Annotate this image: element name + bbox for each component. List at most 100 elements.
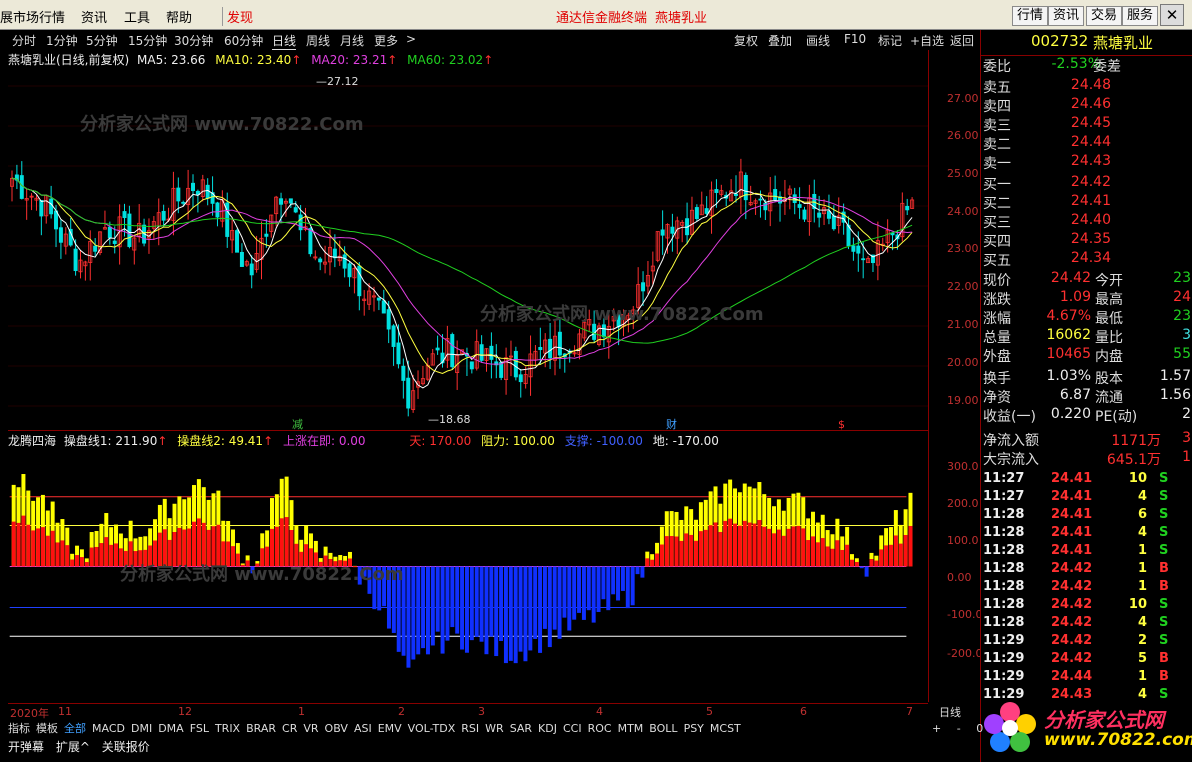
indicator-tab[interactable]: DMI [131,722,152,735]
indicator-bar-mid [708,525,713,567]
indicator-chart[interactable] [8,430,928,702]
candle-body [694,207,699,219]
indicator-bar-down [435,566,440,632]
btn-expand[interactable]: 扩展^ [56,740,90,754]
flower-logo-icon [984,702,1036,752]
price-tick: 22.00 [947,280,979,293]
candle-body [601,324,606,338]
indicator-tab[interactable]: CCI [563,722,582,735]
indicator-bar-down [518,566,523,652]
indicator-sky: 天: 170.00 [409,434,472,448]
indicator-tab[interactable]: ROC [588,722,612,735]
bid-row[interactable]: 买二 24.41 [981,193,1192,212]
period-5min[interactable]: 5分钟 [86,32,118,49]
zoom-in-button[interactable]: + [932,722,941,735]
indicator-bar-mid [16,522,21,567]
indicator-tab[interactable]: 全部 [64,722,86,735]
indicator-bar-mid [811,536,815,567]
btn-service[interactable]: 服务 [1122,6,1159,26]
btn-related[interactable]: 关联报价 [102,740,150,754]
indicator-bar-mid [21,515,26,567]
indicator-name: 龙腾四海 [8,434,57,448]
ma60-line [11,177,913,344]
btn-danmu[interactable]: 开弹幕 [8,740,44,754]
btn-trade[interactable]: 交易 [1086,6,1123,26]
menu-help[interactable]: 帮助 [166,7,192,26]
indicator-bar-down [494,566,499,657]
menu-discover[interactable]: 发现 [222,7,253,26]
btn-draw[interactable]: 画线 [806,32,830,49]
period-1min[interactable]: 1分钟 [46,32,78,49]
candle-body [641,282,646,292]
period-weekly[interactable]: 周线 [306,32,330,49]
btn-overlay[interactable]: 叠加 [768,32,792,49]
indicator-bar-mid [650,559,655,567]
period-daily[interactable]: 日线 [272,32,297,50]
candle-body [386,309,391,330]
indicator-bar-down [479,566,484,642]
indicator-bar-mid [781,535,786,567]
close-icon[interactable]: ✕ [1160,4,1184,26]
menu-info[interactable]: 资讯 [81,7,107,26]
indicator-tab[interactable]: BRAR [246,722,276,735]
menu-tools[interactable]: 工具 [124,7,150,26]
indicator-up: 上涨在即: 0.00 [282,434,366,448]
indicator-tab[interactable]: RSI [461,722,479,735]
btn-f10[interactable]: F10 [844,32,866,46]
indicator-bar-mid [757,520,762,567]
indicator-tab[interactable]: PSY [684,722,704,735]
indicator-tab[interactable]: CR [282,722,297,735]
indicator-tab[interactable]: EMV [378,722,402,735]
btn-quotes[interactable]: 行情 [1012,6,1049,26]
indicator-tab[interactable]: MACD [92,722,125,735]
indicator-bar-mid [879,549,884,567]
indicator-bar-down [411,566,416,660]
stat-value: 3 [1182,327,1191,343]
indicator-tab[interactable]: DMA [158,722,184,735]
indicator-tab[interactable]: OBV [325,722,348,735]
menu-market[interactable]: 展市场行情 [0,7,65,26]
btn-mark[interactable]: 标记 [878,32,902,49]
ask-row[interactable]: 卖二 24.44 [981,134,1192,153]
ask-row[interactable]: 卖五 24.48 [981,77,1192,96]
bid-row[interactable]: 买四 24.35 [981,231,1192,250]
indicator-tab[interactable]: ASI [354,722,372,735]
chevron-right-icon[interactable]: > [406,32,416,46]
ask-row[interactable]: 卖四 24.46 [981,96,1192,115]
indicator-tab[interactable]: SAR [510,722,532,735]
indicator-tab[interactable]: BOLL [649,722,677,735]
zoom-out-button[interactable]: - [957,722,961,735]
indicator-tab[interactable]: 指标 [8,722,30,735]
period-monthly[interactable]: 月线 [340,32,364,49]
indicator-tab[interactable]: KDJ [538,722,557,735]
ask-row[interactable]: 卖三 24.45 [981,115,1192,134]
bid-row[interactable]: 买三 24.40 [981,212,1192,231]
tick-time: 11:27 [983,471,1025,486]
indicator-tab[interactable]: MCST [710,722,741,735]
btn-add-watch[interactable]: +自选 [910,32,944,49]
btn-news[interactable]: 资讯 [1048,6,1085,26]
stat-row: 涨跌 1.09 最高 24 [981,289,1192,308]
period-fenshi[interactable]: 分时 [12,32,36,49]
bid-row[interactable]: 买一 24.42 [981,174,1192,193]
btn-back[interactable]: 返回 [950,32,974,49]
indicator-tab[interactable]: FSL [190,722,209,735]
btn-fuquan[interactable]: 复权 [734,32,758,49]
indicator-tab[interactable]: VR [303,722,318,735]
tick-price: 24.42 [1051,579,1093,594]
indicator-tab[interactable]: 模板 [36,722,58,735]
indicator-tab[interactable]: TRIX [215,722,240,735]
indicator-tab[interactable]: WR [485,722,504,735]
indicator-tab[interactable]: VOL-TDX [408,722,456,735]
bid-row[interactable]: 买五 24.34 [981,250,1192,269]
indicator-bar-mid [835,540,840,567]
period-more[interactable]: 更多 [374,32,398,49]
period-30min[interactable]: 30分钟 [174,32,213,49]
candlestick-chart[interactable]: —27.12 —18.68 减 财 $ [8,66,928,430]
indicator-tab[interactable]: MTM [618,722,644,735]
period-15min[interactable]: 15分钟 [128,32,167,49]
ask-row[interactable]: 卖一 24.43 [981,153,1192,172]
period-60min[interactable]: 60分钟 [224,32,263,49]
candle-body [279,198,284,205]
candle-body [39,200,44,217]
